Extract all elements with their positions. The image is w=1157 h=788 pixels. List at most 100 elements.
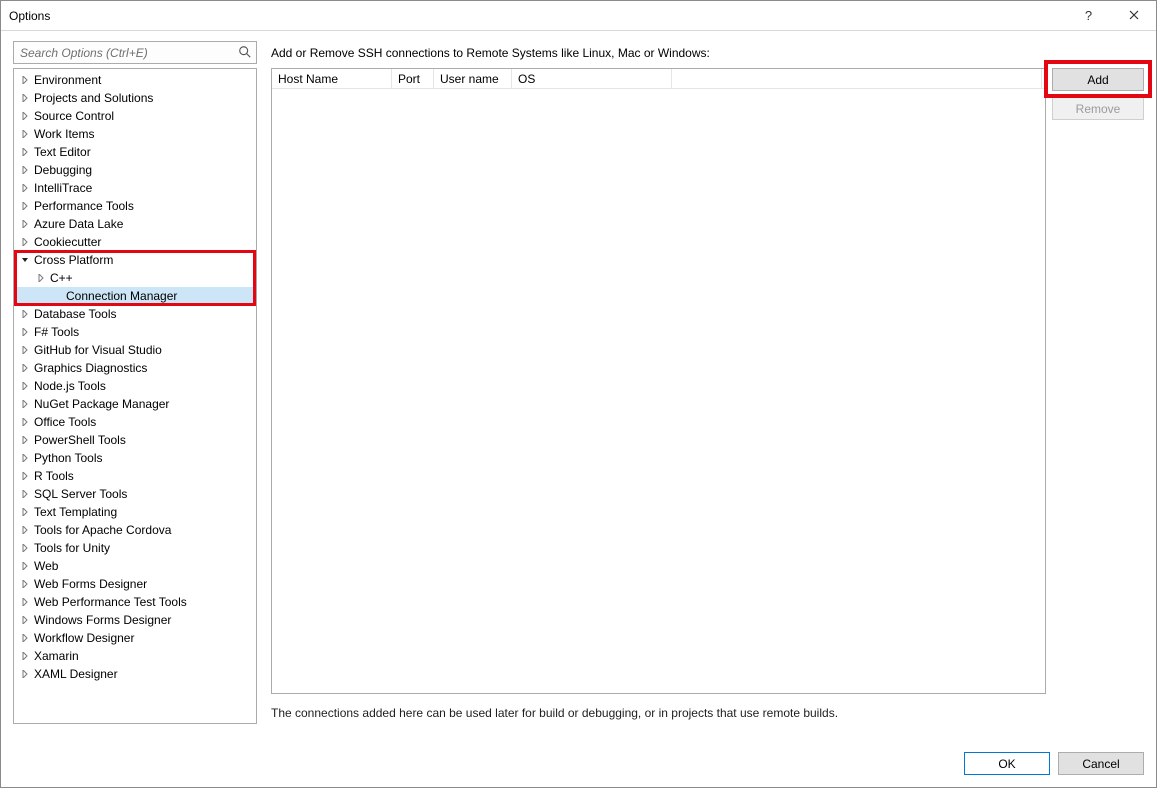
tree-indent	[50, 289, 64, 303]
tree-item[interactable]: R Tools	[14, 467, 256, 485]
tree-item[interactable]: Source Control	[14, 107, 256, 125]
tree-item-label: PowerShell Tools	[34, 433, 126, 447]
chevron-right-icon[interactable]	[18, 487, 32, 501]
tree-item[interactable]: Workflow Designer	[14, 629, 256, 647]
chevron-right-icon[interactable]	[18, 613, 32, 627]
tree-item-label: Debugging	[34, 163, 92, 177]
chevron-right-icon[interactable]	[18, 217, 32, 231]
tree-item[interactable]: Text Templating	[14, 503, 256, 521]
tree-item[interactable]: Azure Data Lake	[14, 215, 256, 233]
tree-item[interactable]: Python Tools	[14, 449, 256, 467]
chevron-right-icon[interactable]	[18, 361, 32, 375]
search-input[interactable]	[13, 41, 257, 64]
chevron-right-icon[interactable]	[18, 415, 32, 429]
chevron-right-icon[interactable]	[18, 541, 32, 555]
chevron-right-icon[interactable]	[34, 271, 48, 285]
chevron-right-icon[interactable]	[18, 433, 32, 447]
tree-item[interactable]: Office Tools	[14, 413, 256, 431]
tree-item[interactable]: XAML Designer	[14, 665, 256, 683]
tree-item-label: Text Templating	[34, 505, 117, 519]
tree-item[interactable]: Text Editor	[14, 143, 256, 161]
tree-item[interactable]: Graphics Diagnostics	[14, 359, 256, 377]
chevron-right-icon[interactable]	[18, 469, 32, 483]
options-tree[interactable]: Environment Projects and Solutions Source …	[13, 68, 257, 724]
ok-button[interactable]: OK	[964, 752, 1050, 775]
add-button[interactable]: Add	[1052, 68, 1144, 91]
tree-item[interactable]: Tools for Apache Cordova	[14, 521, 256, 539]
chevron-right-icon[interactable]	[18, 577, 32, 591]
chevron-right-icon[interactable]	[18, 235, 32, 249]
column-header[interactable]	[672, 69, 1042, 88]
chevron-right-icon[interactable]	[18, 649, 32, 663]
chevron-right-icon[interactable]	[18, 199, 32, 213]
tree-item-label: Text Editor	[34, 145, 91, 159]
tree-item-label: Database Tools	[34, 307, 117, 321]
chevron-down-icon[interactable]	[18, 253, 32, 267]
chevron-right-icon[interactable]	[18, 73, 32, 87]
chevron-right-icon[interactable]	[18, 631, 32, 645]
chevron-right-icon[interactable]	[18, 181, 32, 195]
chevron-right-icon[interactable]	[18, 397, 32, 411]
chevron-right-icon[interactable]	[18, 595, 32, 609]
chevron-right-icon[interactable]	[18, 91, 32, 105]
chevron-right-icon[interactable]	[18, 109, 32, 123]
chevron-right-icon[interactable]	[18, 325, 32, 339]
tree-item[interactable]: Tools for Unity	[14, 539, 256, 557]
tree-item-label: Tools for Unity	[34, 541, 110, 555]
tree-item-label: Source Control	[34, 109, 114, 123]
cancel-button[interactable]: Cancel	[1058, 752, 1144, 775]
tree-item[interactable]: Environment	[14, 71, 256, 89]
tree-item[interactable]: F# Tools	[14, 323, 256, 341]
tree-item[interactable]: Web Performance Test Tools	[14, 593, 256, 611]
tree-item-label: Projects and Solutions	[34, 91, 153, 105]
chevron-right-icon[interactable]	[18, 505, 32, 519]
column-header[interactable]: Port	[392, 69, 434, 88]
tree-item-label: Environment	[34, 73, 101, 87]
chevron-right-icon[interactable]	[18, 145, 32, 159]
column-header[interactable]: User name	[434, 69, 512, 88]
tree-item[interactable]: NuGet Package Manager	[14, 395, 256, 413]
tree-item[interactable]: PowerShell Tools	[14, 431, 256, 449]
close-icon	[1129, 8, 1139, 23]
main-area: Environment Projects and Solutions Source …	[13, 41, 1144, 724]
tree-item-label: Cookiecutter	[34, 235, 101, 249]
tree-item[interactable]: Performance Tools	[14, 197, 256, 215]
chevron-right-icon[interactable]	[18, 307, 32, 321]
tree-item[interactable]: GitHub for Visual Studio	[14, 341, 256, 359]
tree-item-label: Tools for Apache Cordova	[34, 523, 171, 537]
tree-item-label: Node.js Tools	[34, 379, 106, 393]
chevron-right-icon[interactable]	[18, 559, 32, 573]
chevron-right-icon[interactable]	[18, 451, 32, 465]
tree-item-label: Web Forms Designer	[34, 577, 147, 591]
tree-item[interactable]: C++	[14, 269, 256, 287]
tree-item[interactable]: Cookiecutter	[14, 233, 256, 251]
tree-item[interactable]: Debugging	[14, 161, 256, 179]
chevron-right-icon[interactable]	[18, 379, 32, 393]
close-button[interactable]	[1111, 1, 1156, 30]
connections-table[interactable]: Host NamePortUser nameOS	[271, 68, 1046, 694]
tree-item[interactable]: Windows Forms Designer	[14, 611, 256, 629]
tree-item[interactable]: Work Items	[14, 125, 256, 143]
tree-item[interactable]: Projects and Solutions	[14, 89, 256, 107]
column-header[interactable]: Host Name	[272, 69, 392, 88]
chevron-right-icon[interactable]	[18, 667, 32, 681]
tree-item[interactable]: Connection Manager	[14, 287, 256, 305]
tree-item[interactable]: SQL Server Tools	[14, 485, 256, 503]
column-header[interactable]: OS	[512, 69, 672, 88]
tree-item[interactable]: Xamarin	[14, 647, 256, 665]
tree-item[interactable]: Node.js Tools	[14, 377, 256, 395]
help-button[interactable]: ?	[1066, 1, 1111, 30]
table-header: Host NamePortUser nameOS	[272, 69, 1045, 89]
tree-item[interactable]: Web	[14, 557, 256, 575]
chevron-right-icon[interactable]	[18, 163, 32, 177]
chevron-right-icon[interactable]	[18, 343, 32, 357]
tree-item[interactable]: Cross Platform	[14, 251, 256, 269]
tree-item-label: Web Performance Test Tools	[34, 595, 187, 609]
tree-item[interactable]: IntelliTrace	[14, 179, 256, 197]
tree-item-label: Performance Tools	[34, 199, 134, 213]
tree-item[interactable]: Database Tools	[14, 305, 256, 323]
tree-item[interactable]: Web Forms Designer	[14, 575, 256, 593]
chevron-right-icon[interactable]	[18, 523, 32, 537]
tree-item-label: Web	[34, 559, 58, 573]
chevron-right-icon[interactable]	[18, 127, 32, 141]
